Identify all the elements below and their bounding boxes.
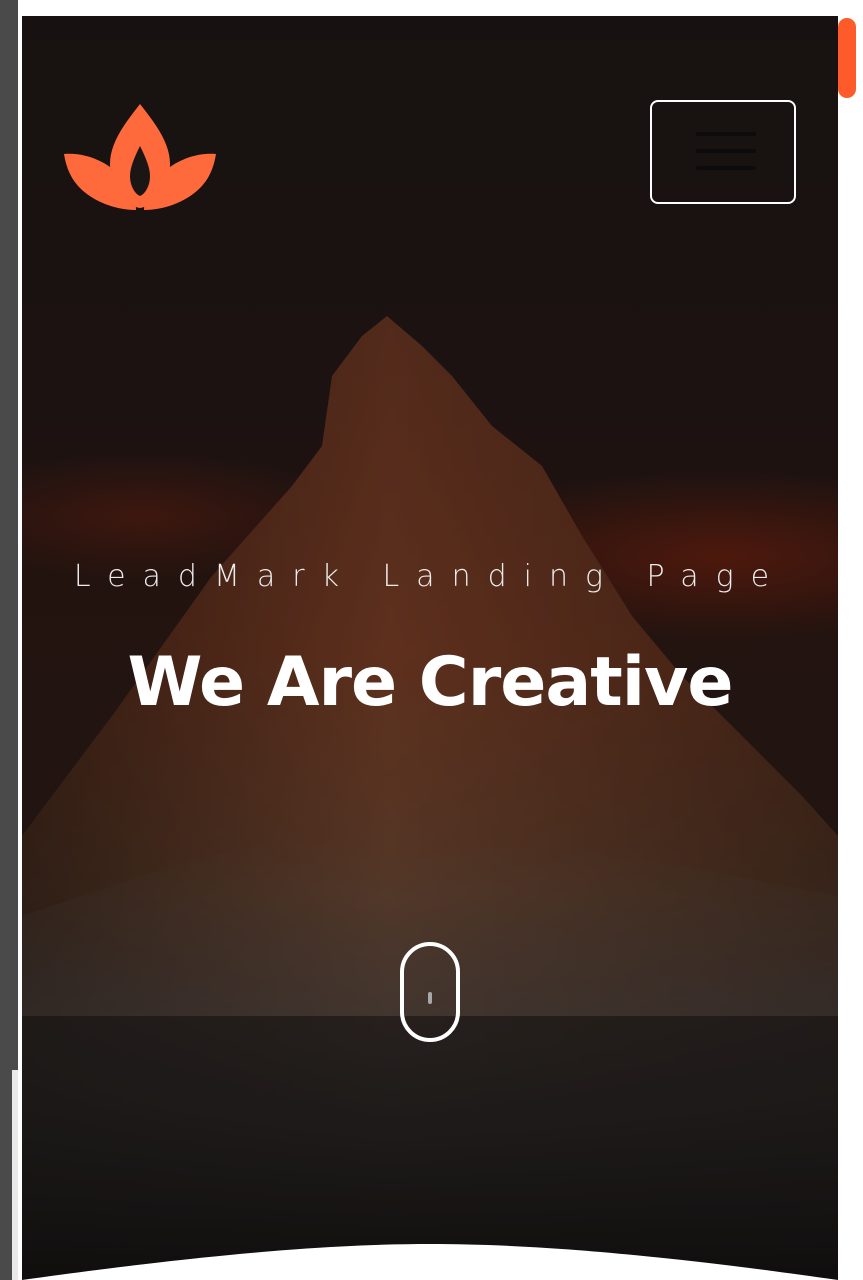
lotus-icon[interactable] (62, 102, 218, 212)
hamburger-menu-icon (696, 132, 756, 136)
mobile-screen: LeadMark Landing Page We Are Creative (0, 0, 863, 1280)
hero-section: LeadMark Landing Page We Are Creative (22, 16, 838, 1280)
menu-bar-bottom (696, 166, 756, 170)
left-frame-edge-light (12, 1070, 18, 1280)
right-frame-edge (856, 0, 863, 1280)
hamburger-menu-button[interactable] (650, 100, 796, 204)
mouse-scroll-icon[interactable] (400, 942, 460, 1042)
hero-subtitle: LeadMark Landing Page (73, 559, 787, 594)
mouse-wheel (428, 992, 432, 1004)
bottom-wave-divider (22, 1244, 838, 1280)
hero-headline: We Are Creative (127, 643, 733, 722)
menu-bar-middle (696, 149, 756, 153)
top-strip (18, 0, 863, 14)
scrollbar-thumb[interactable] (838, 18, 856, 98)
